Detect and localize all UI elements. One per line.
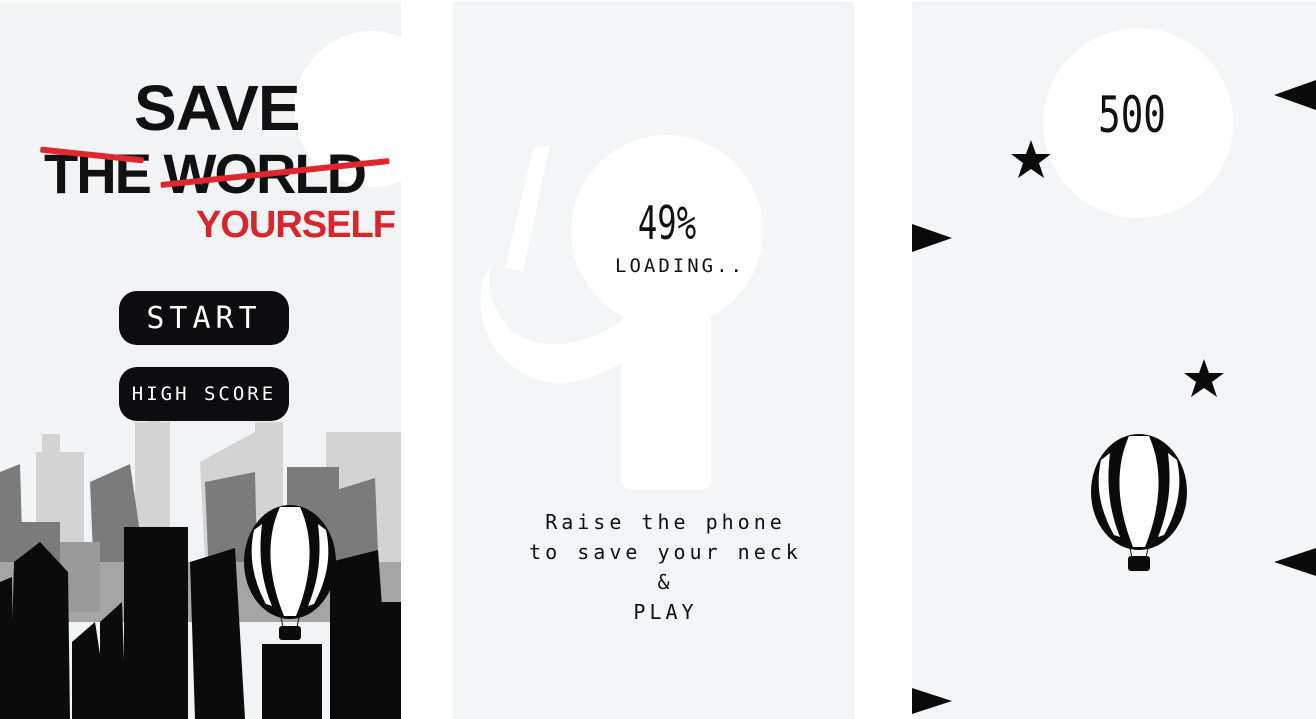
instruction-line-4: PLAY — [633, 600, 698, 624]
logo-save-text: SAVE — [134, 72, 301, 144]
score-display: 500 — [1098, 86, 1166, 144]
instruction-line-3: & — [657, 570, 674, 594]
logo-yourself-text: YOURSELF — [196, 204, 396, 246]
menu-screen: SAVE THE WORLD YOURSELF START HIGH SCORE — [0, 2, 401, 719]
star-icon — [1011, 140, 1051, 178]
star-icon — [1184, 359, 1224, 397]
instruction-line-2: to save your neck — [529, 540, 802, 564]
start-button[interactable]: START — [119, 291, 289, 345]
instruction-line-1: Raise the phone — [545, 510, 786, 534]
arrow-icon — [912, 224, 952, 252]
arrow-icon — [912, 688, 952, 714]
arrow-icon — [1274, 80, 1316, 110]
balloon-icon — [1091, 434, 1187, 571]
loading-label: LOADING.. — [615, 255, 745, 277]
loading-percent: 49% — [637, 196, 697, 250]
high-score-button[interactable]: HIGH SCORE — [119, 367, 289, 421]
arrow-icon — [1274, 548, 1316, 576]
